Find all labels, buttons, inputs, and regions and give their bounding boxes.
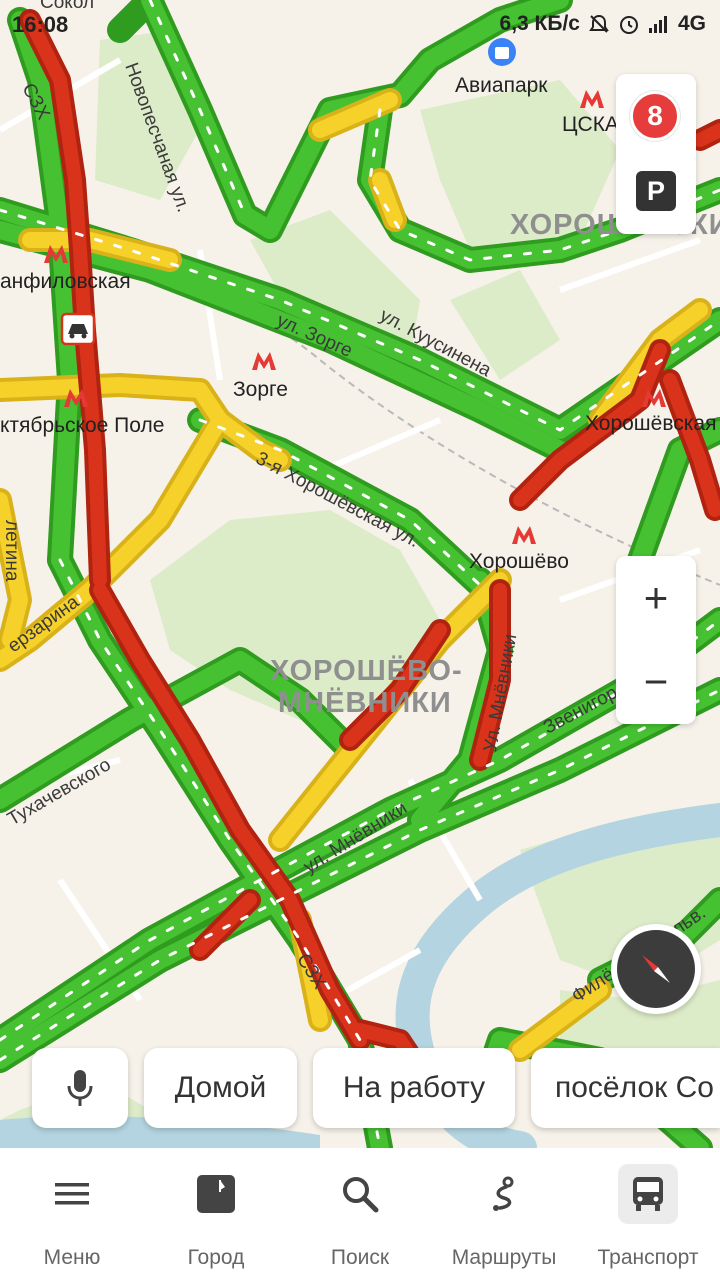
home-chip[interactable]: Домой [144,1048,297,1128]
status-bar: 16:08 6,3 КБ/с 4G [0,0,720,50]
street-label-vyaltina: летина [1,520,22,582]
station-label-aviapark[interactable]: Авиапарк [455,74,548,98]
station-label-cska[interactable]: ЦСКА [562,113,619,137]
compass-icon [617,930,695,1008]
nav-label: Транспорт [597,1246,699,1269]
city-icon [186,1164,246,1224]
nav-routes[interactable]: Маршруты [432,1148,576,1280]
district-label-mnevniki-line2: МНЁВНИКИ [278,687,452,719]
zoom-in-button[interactable]: + [616,556,696,640]
voice-search-button[interactable] [32,1048,128,1128]
nav-label: Город [187,1246,245,1269]
nav-label: Меню [43,1246,101,1269]
metro-icon [512,526,536,544]
station-label-khoroshevskaya[interactable]: Хорошёвская [585,412,716,436]
nav-label: Маршруты [451,1246,557,1269]
work-chip[interactable]: На работу [313,1048,515,1128]
station-label-oktyabrskoe-pole[interactable]: ктябрьское Поле [0,414,164,438]
network-type: 4G [677,12,706,35]
district-label-mnevniki-line1: ХОРОШЁВО- [270,655,463,687]
metro-icon [252,352,276,370]
menu-icon [42,1164,102,1224]
nav-search[interactable]: Поиск [288,1148,432,1280]
zoom-controls: + − [616,556,696,724]
mute-icon [589,14,609,33]
traffic-score-button[interactable]: 8 [630,91,680,141]
bus-icon [618,1164,678,1224]
compass-button[interactable] [611,924,701,1014]
nav-city[interactable]: Город [144,1148,288,1280]
network-speed: 6,3 КБ/с [499,12,580,35]
nav-transport[interactable]: Транспорт [576,1148,720,1280]
station-label-panfilovskaya[interactable]: анфиловская [0,270,131,294]
search-icon [330,1164,390,1224]
signal-icon [648,16,667,33]
station-label-zorge[interactable]: Зорге [233,378,288,402]
settlement-chip[interactable]: посёлок Со [531,1048,720,1128]
routes-icon [474,1164,534,1224]
layers-panel: 8 P [616,74,696,234]
bottom-navigation: Меню Город Поиск Маршруты Транспорт [0,1148,720,1280]
alarm-icon [619,16,638,34]
parking-button[interactable]: P [636,171,676,211]
nav-menu[interactable]: Меню [0,1148,144,1280]
microphone-icon [67,1070,93,1106]
metro-icon [44,245,68,263]
metro-icon [580,90,604,108]
metro-icon [64,389,88,407]
status-indicators: 6,3 КБ/с 4G [500,12,706,36]
station-label-khoroshevo[interactable]: Хорошёво [469,550,569,574]
metro-icon [642,389,666,407]
incident-icon [60,312,96,346]
status-time: 16:08 [12,12,69,37]
zoom-out-button[interactable]: − [616,640,696,724]
nav-label: Поиск [330,1246,390,1269]
